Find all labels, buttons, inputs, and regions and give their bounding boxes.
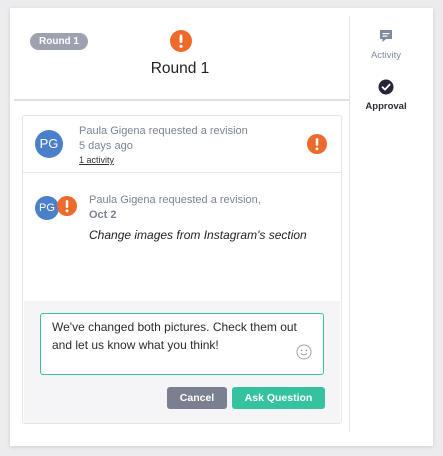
message-date: Oct 2 — [89, 209, 117, 221]
sidebar-item-label: Activity — [370, 50, 402, 61]
activity-link[interactable]: 1 activity — [79, 155, 248, 165]
emoji-icon[interactable] — [296, 344, 312, 365]
sidebar-divider — [349, 16, 350, 432]
revision-card: PG Paula Gigena requested a revision 5 d… — [22, 115, 342, 424]
sidebar-item-approval[interactable]: Approval — [352, 79, 420, 112]
avatar: PG — [35, 130, 63, 158]
round-divider — [14, 99, 349, 101]
round-badge: Round 1 — [30, 33, 88, 50]
revision-summary: PG Paula Gigena requested a revision 5 d… — [23, 116, 341, 173]
alert-icon — [170, 30, 192, 57]
alert-icon — [307, 134, 327, 159]
message-header: Paula Gigena requested a revision, — [89, 194, 261, 206]
revision-time: 5 days ago — [79, 140, 133, 152]
chat-icon — [378, 28, 394, 47]
revision-message: Paula Gigena requested a revision, Oct 2… — [89, 194, 319, 245]
check-circle-icon — [378, 79, 394, 98]
reply-textarea[interactable]: We've changed both pictures. Check them … — [40, 313, 324, 375]
message-body: Change images from Instagram's section — [89, 228, 307, 242]
alert-icon — [57, 196, 77, 221]
ask-question-button[interactable]: Ask Question — [232, 387, 325, 409]
avatar: PG — [35, 196, 59, 220]
sidebar-item-label: Approval — [365, 101, 407, 112]
reply-area: We've changed both pictures. Check them … — [24, 301, 340, 423]
cancel-button[interactable]: Cancel — [167, 387, 227, 409]
sidebar-item-activity[interactable]: Activity — [352, 28, 420, 61]
round-title: Round 1 — [150, 60, 210, 77]
revision-summary-text: Paula Gigena requested a revision — [79, 125, 248, 137]
